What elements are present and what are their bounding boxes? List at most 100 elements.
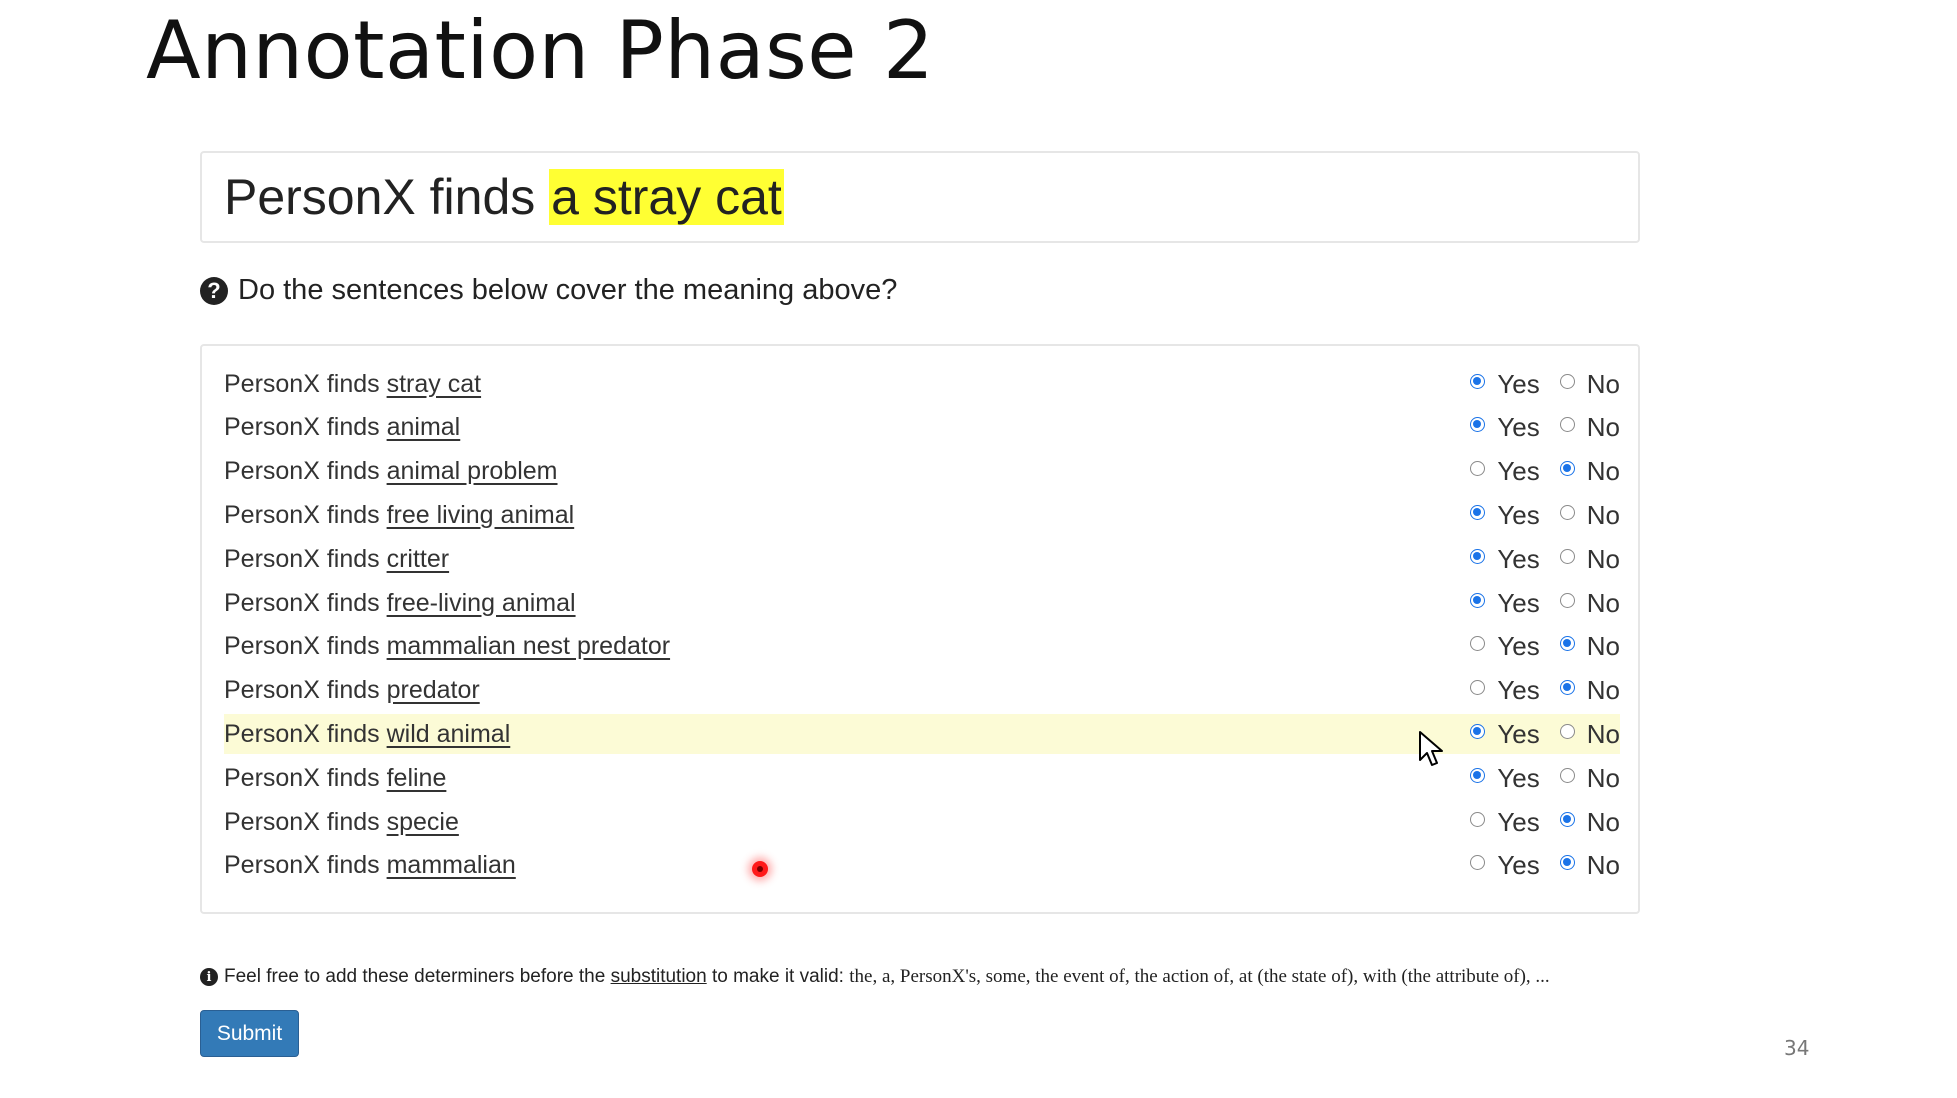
yes-option[interactable]: Yes bbox=[1470, 675, 1540, 706]
yes-radio[interactable] bbox=[1470, 723, 1486, 739]
yes-radio[interactable] bbox=[1470, 680, 1486, 696]
option-row: PersonX finds animal Yes No bbox=[224, 408, 1620, 448]
no-label: No bbox=[1586, 587, 1620, 618]
option-substitution: critter bbox=[386, 544, 450, 573]
option-row: PersonX finds specie Yes No bbox=[224, 802, 1620, 842]
yes-radio[interactable] bbox=[1470, 767, 1486, 783]
yes-option[interactable]: Yes bbox=[1470, 543, 1540, 575]
yes-label: Yes bbox=[1497, 456, 1540, 487]
slide-title: Annotation Phase 2 bbox=[146, 4, 935, 97]
yes-option[interactable]: Yes bbox=[1470, 719, 1540, 750]
yes-label: Yes bbox=[1497, 806, 1540, 837]
option-row: PersonX finds predator Yes No bbox=[224, 671, 1620, 711]
yes-option[interactable]: Yes bbox=[1470, 850, 1540, 881]
no-label: No bbox=[1586, 368, 1620, 399]
option-choices: Yes No bbox=[1470, 671, 1620, 711]
no-option[interactable]: No bbox=[1559, 500, 1620, 531]
yes-option[interactable]: Yes bbox=[1470, 499, 1540, 531]
yes-label: Yes bbox=[1497, 587, 1540, 618]
yes-radio[interactable] bbox=[1470, 504, 1486, 520]
option-substitution: animal bbox=[386, 413, 461, 442]
event-text: PersonX finds a stray cat bbox=[224, 168, 784, 226]
no-radio[interactable] bbox=[1559, 461, 1575, 477]
option-row: PersonX finds free living animal Yes No bbox=[224, 495, 1620, 535]
option-choices: Yes No bbox=[1470, 714, 1620, 754]
option-row: PersonX finds wild animal Yes No bbox=[224, 714, 1620, 755]
yes-label: Yes bbox=[1497, 675, 1540, 706]
yes-option[interactable]: Yes bbox=[1470, 806, 1540, 838]
yes-radio[interactable] bbox=[1470, 592, 1486, 608]
option-row: PersonX finds mammalian nest predator Yes… bbox=[224, 627, 1620, 667]
yes-label: Yes bbox=[1497, 762, 1540, 793]
click-indicator-icon bbox=[752, 861, 768, 877]
no-radio[interactable] bbox=[1559, 592, 1575, 608]
no-option[interactable]: No bbox=[1559, 412, 1620, 443]
no-radio[interactable] bbox=[1559, 548, 1575, 564]
yes-option[interactable]: Yes bbox=[1470, 762, 1540, 794]
option-choices: Yes No bbox=[1470, 539, 1620, 579]
option-row: PersonX finds critter Yes No bbox=[224, 539, 1620, 579]
yes-radio[interactable] bbox=[1470, 548, 1486, 564]
yes-radio[interactable] bbox=[1470, 636, 1486, 652]
option-prefix: PersonX finds bbox=[224, 500, 387, 529]
option-choices: Yes No bbox=[1470, 408, 1620, 448]
yes-option[interactable]: Yes bbox=[1470, 631, 1540, 662]
yes-radio[interactable] bbox=[1470, 461, 1486, 477]
option-substitution: mammalian bbox=[386, 851, 516, 880]
yes-label: Yes bbox=[1497, 368, 1540, 399]
yes-label: Yes bbox=[1497, 631, 1540, 662]
no-option[interactable]: No bbox=[1559, 850, 1620, 881]
no-option[interactable]: No bbox=[1559, 587, 1620, 619]
option-prefix: PersonX finds bbox=[224, 851, 387, 880]
no-option[interactable]: No bbox=[1559, 762, 1620, 794]
no-option[interactable]: No bbox=[1559, 675, 1620, 706]
option-row: PersonX finds animal problem Yes No bbox=[224, 452, 1620, 492]
yes-radio[interactable] bbox=[1470, 417, 1486, 433]
submit-button[interactable]: Submit bbox=[200, 1010, 299, 1057]
substitution-link[interactable]: substitution bbox=[611, 966, 707, 988]
yes-radio[interactable] bbox=[1470, 855, 1486, 871]
yes-option[interactable]: Yes bbox=[1470, 368, 1540, 400]
determiner-note: i Feel free to add these determiners bef… bbox=[200, 966, 1550, 988]
no-radio[interactable] bbox=[1559, 855, 1575, 871]
yes-label: Yes bbox=[1497, 543, 1540, 574]
no-option[interactable]: No bbox=[1559, 543, 1620, 575]
no-radio[interactable] bbox=[1559, 723, 1575, 739]
question-text: Do the sentences below cover the meaning… bbox=[238, 274, 898, 306]
yes-radio[interactable] bbox=[1470, 811, 1486, 827]
no-label: No bbox=[1586, 762, 1620, 793]
event-prefix: PersonX finds bbox=[224, 169, 550, 225]
mouse-cursor-icon bbox=[1419, 731, 1443, 766]
no-radio[interactable] bbox=[1559, 504, 1575, 520]
option-choices: Yes No bbox=[1470, 495, 1620, 535]
option-choices: Yes No bbox=[1470, 452, 1620, 492]
no-label: No bbox=[1586, 543, 1620, 574]
page-number: 34 bbox=[1784, 1036, 1810, 1060]
no-radio[interactable] bbox=[1559, 417, 1575, 433]
no-radio[interactable] bbox=[1559, 680, 1575, 696]
option-prefix: PersonX finds bbox=[224, 413, 387, 442]
no-option[interactable]: No bbox=[1559, 368, 1620, 400]
no-radio[interactable] bbox=[1559, 373, 1575, 389]
option-prefix: PersonX finds bbox=[224, 588, 387, 617]
yes-option[interactable]: Yes bbox=[1470, 456, 1540, 487]
option-prefix: PersonX finds bbox=[224, 544, 387, 573]
option-prefix: PersonX finds bbox=[224, 807, 387, 836]
option-choices: Yes No bbox=[1470, 846, 1620, 886]
no-radio[interactable] bbox=[1559, 636, 1575, 652]
no-option[interactable]: No bbox=[1559, 631, 1620, 662]
event-highlight: a stray cat bbox=[549, 169, 784, 225]
yes-option[interactable]: Yes bbox=[1470, 412, 1540, 443]
option-substitution: mammalian nest predator bbox=[386, 632, 671, 661]
option-row: PersonX finds stray cat Yes No bbox=[224, 364, 1620, 404]
no-option[interactable]: No bbox=[1559, 806, 1620, 838]
no-radio[interactable] bbox=[1559, 767, 1575, 783]
no-label: No bbox=[1586, 806, 1620, 837]
no-option[interactable]: No bbox=[1559, 456, 1620, 487]
option-substitution: stray cat bbox=[386, 369, 482, 398]
no-radio[interactable] bbox=[1559, 811, 1575, 827]
yes-option[interactable]: Yes bbox=[1470, 587, 1540, 619]
yes-radio[interactable] bbox=[1470, 373, 1486, 389]
yes-label: Yes bbox=[1497, 499, 1540, 530]
no-option[interactable]: No bbox=[1559, 719, 1620, 750]
